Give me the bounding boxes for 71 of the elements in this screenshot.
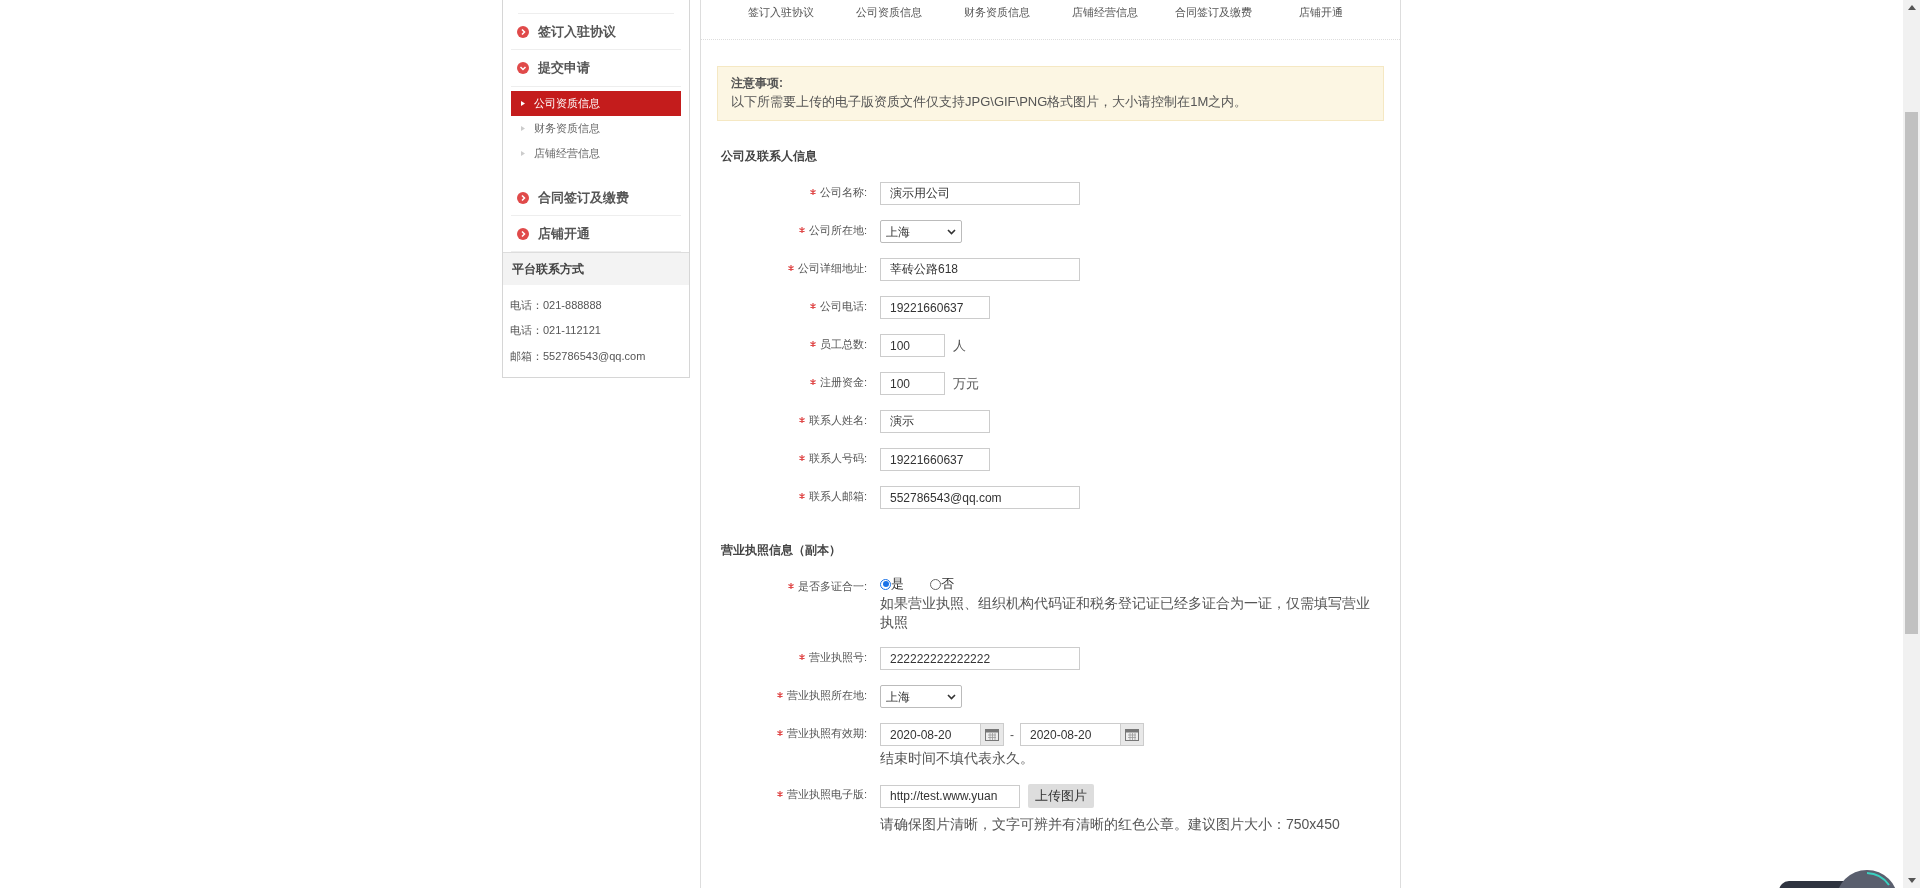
text-field[interactable]: 演示 [880, 410, 990, 433]
text-field[interactable]: 19221660637 [880, 296, 990, 319]
chevron-down-icon [947, 693, 956, 700]
substep-item[interactable]: 公司资质信息 [511, 91, 681, 116]
text-field[interactable]: 100 [880, 334, 945, 357]
field-label: 联系人邮箱: [808, 488, 867, 504]
url-field[interactable]: http://test.www.yuan [880, 784, 1020, 808]
radio-option[interactable]: 否 [930, 574, 954, 594]
step-tab[interactable]: 合同签订及缴费 [1159, 0, 1267, 39]
text-field[interactable]: 100 [880, 372, 945, 395]
text-field[interactable]: 演示用公司 [880, 182, 1080, 205]
step-tab[interactable]: 签订入驻协议 [727, 0, 835, 39]
field-label: 是否多证合一: [797, 578, 867, 594]
unit-label: 万元 [953, 374, 979, 393]
calendar-button[interactable] [981, 723, 1004, 746]
chevron-down-icon [947, 228, 956, 235]
step-tab[interactable]: 财务资质信息 [943, 0, 1051, 39]
step-tab[interactable]: 店铺经营信息 [1051, 0, 1159, 39]
text-field[interactable]: 19221660637 [880, 448, 990, 471]
field-label: 公司名称: [819, 184, 867, 200]
field-label: 公司所在地: [808, 222, 867, 238]
scroll-down-icon[interactable] [1907, 878, 1916, 883]
date-field[interactable]: 2020-08-20 [880, 723, 981, 746]
bullet-icon [521, 151, 525, 156]
separator-text: - [1010, 726, 1014, 744]
step-tab[interactable]: 店铺开通 [1267, 0, 1375, 39]
date-field[interactable]: 2020-08-20 [1020, 723, 1121, 746]
section-title: 公司及联系人信息 [720, 148, 818, 165]
field-label: 营业执照有效期: [786, 725, 867, 741]
text-field[interactable]: 莘砖公路618 [880, 258, 1080, 281]
text-field[interactable]: 552786543@qq.com [880, 486, 1080, 509]
contact-line: 电话：021-888888 [510, 297, 603, 313]
bullet-icon [521, 126, 525, 131]
field-label: 公司电话: [819, 298, 867, 314]
text-field[interactable]: 222222222222222 [880, 647, 1080, 670]
field-label: 联系人号码: [808, 450, 867, 466]
notice-text: 以下所需要上传的电子版资质文件仅支持JPG\GIF\PNG格式图片，大小请控制在1M之内。 [731, 93, 1249, 111]
contact-line: 邮箱：552786543@qq.com [510, 348, 647, 364]
select-field[interactable]: 上海 [880, 685, 962, 708]
step-item[interactable]: 签订入驻协议 [511, 14, 681, 50]
hint-text: 请确保图片清晰，文字可辨并有清晰的红色公章。建议图片大小：750x450 [880, 815, 1340, 834]
bullet-icon [521, 101, 525, 106]
calendar-icon [985, 728, 999, 741]
field-label: 注册资金: [819, 374, 867, 390]
section-title: 营业执照信息（副本） [720, 542, 842, 559]
scrollbar[interactable] [1903, 0, 1920, 888]
notice-title: 注意事项: [731, 75, 784, 92]
hint-text: 如果营业执照、组织机构代码证和税务登记证已经多证合为一证，仅需填写营业执照 [880, 594, 1371, 632]
calendar-button[interactable] [1121, 723, 1144, 746]
field-label: 营业执照号: [808, 649, 867, 665]
step-item[interactable]: 合同签订及缴费 [511, 180, 681, 216]
field-label: 营业执照电子版: [786, 786, 867, 802]
field-label: 营业执照所在地: [786, 687, 867, 703]
field-label: 联系人姓名: [808, 412, 867, 428]
upload-button[interactable]: 上传图片 [1028, 784, 1094, 808]
scroll-up-icon[interactable] [1907, 5, 1916, 10]
calendar-icon [1125, 728, 1139, 741]
field-label: 员工总数: [819, 336, 867, 352]
contact-header: 平台联系方式 [503, 252, 689, 285]
substep-item[interactable]: 财务资质信息 [511, 116, 681, 141]
unit-label: 人 [953, 336, 966, 355]
step-tab[interactable]: 公司资质信息 [835, 0, 943, 39]
radio-option[interactable]: 是 [880, 574, 904, 594]
step-item[interactable]: 提交申请 [511, 50, 681, 86]
hint-text: 结束时间不填代表永久。 [880, 749, 1035, 768]
select-field[interactable]: 上海 [880, 220, 962, 243]
floating-widget-drawing[interactable] [1779, 869, 1895, 888]
field-label: 公司详细地址: [797, 260, 867, 276]
scrollbar-thumb[interactable] [1905, 112, 1918, 634]
contact-line: 电话：021-112121 [510, 323, 602, 338]
substep-item[interactable]: 店铺经营信息 [511, 141, 681, 166]
